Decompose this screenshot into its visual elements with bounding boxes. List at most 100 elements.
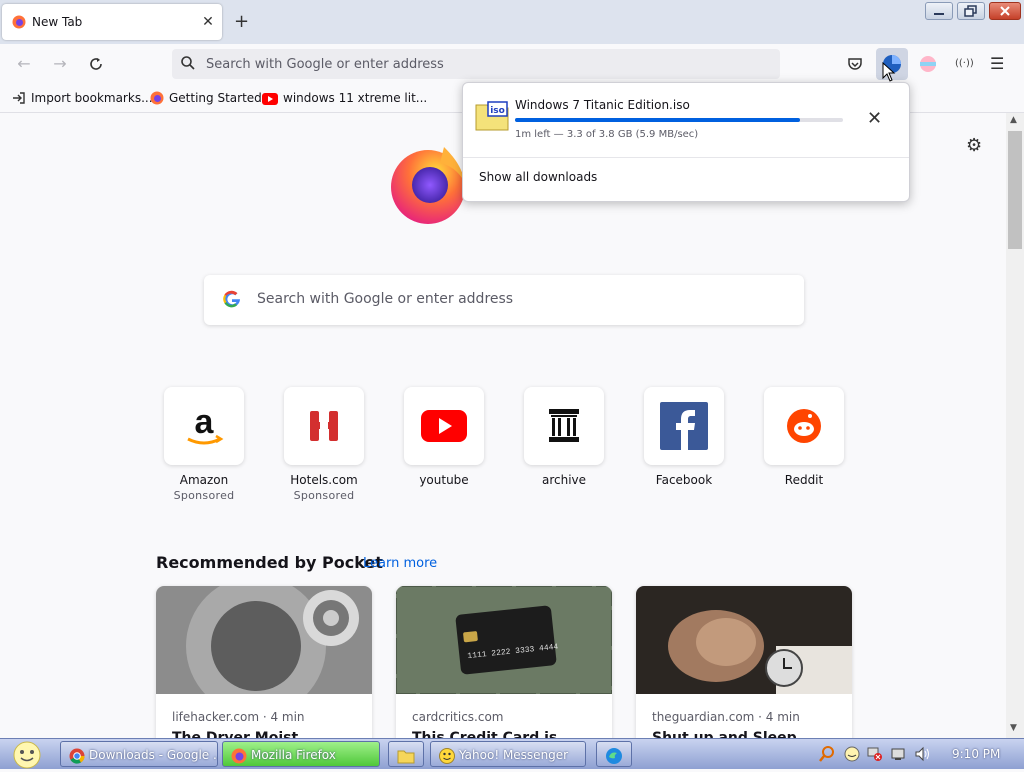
card-source: theguardian.com · 4 min (652, 710, 800, 724)
restore-icon (964, 5, 977, 17)
cancel-download-button[interactable]: ✕ (867, 108, 882, 129)
facebook-tile-box (644, 387, 724, 465)
youtube-tile-box (404, 387, 484, 465)
card-title: Shut up and Sleep... (652, 730, 813, 738)
chrome-icon (69, 747, 85, 766)
taskbar-firefox[interactable]: Mozilla Firefox (222, 741, 380, 767)
bookmark-getting-started[interactable]: Getting Started (150, 91, 262, 108)
folder-icon (397, 747, 415, 766)
youtube-icon (421, 410, 467, 442)
taskbar-yahoo-messenger[interactable]: Yahoo! Messenger (430, 741, 586, 767)
pocket-card[interactable]: lifehacker.com · 4 min The Dryer Moist..… (156, 586, 372, 738)
downloads-panel: iso Windows 7 Titanic Edition.iso 1m lef… (462, 82, 910, 202)
youtube-icon (262, 93, 278, 108)
hotels-icon (310, 409, 338, 443)
tile-label: Facebook (655, 473, 713, 487)
top-site-reddit[interactable]: Reddit (764, 387, 844, 487)
minimize-button[interactable] (925, 2, 953, 20)
tile-sponsored: Sponsored (293, 489, 355, 502)
vertical-scrollbar[interactable]: ▲ ▼ (1006, 113, 1024, 738)
minimize-icon (934, 13, 944, 15)
new-tab-button[interactable]: + (234, 12, 249, 32)
card-image-dryer (156, 586, 372, 716)
bookmark-label: windows 11 xtreme lit... (283, 91, 428, 105)
back-button[interactable]: ← (12, 52, 36, 76)
download-progress-bar (515, 118, 843, 122)
scroll-down-arrow-icon[interactable]: ▼ (1010, 723, 1017, 733)
divider (463, 157, 909, 158)
taskbar-edge[interactable] (596, 741, 632, 767)
task-label: Yahoo! Messenger (459, 748, 569, 762)
amazon-tile-box: a (164, 387, 244, 465)
tab-new-tab[interactable]: New Tab ✕ (2, 4, 222, 40)
taskbar-explorer[interactable] (388, 741, 424, 767)
top-site-facebook[interactable]: Facebook (644, 387, 724, 487)
extension-button[interactable] (918, 54, 938, 77)
restore-button[interactable] (957, 2, 985, 20)
newtab-search-box[interactable]: Search with Google or enter address (204, 275, 804, 325)
download-progress-fill (515, 118, 801, 122)
card-source: lifehacker.com · 4 min (172, 710, 305, 724)
svg-text:a: a (195, 403, 215, 441)
extension-2-button[interactable]: ((·)) (955, 58, 974, 69)
bookmark-import[interactable]: Import bookmarks... (12, 91, 153, 108)
hotels-tile-box (284, 387, 364, 465)
messenger-tray-icon[interactable] (844, 746, 860, 765)
yahoo-messenger-icon (439, 747, 455, 766)
top-site-archive[interactable]: archive (524, 387, 604, 487)
reddit-icon (787, 409, 821, 443)
mouse-cursor-icon (882, 61, 896, 85)
tab-close-icon[interactable]: ✕ (198, 12, 218, 32)
tile-label: Amazon (179, 473, 229, 487)
new-tab-page: ⚙ Search with Google or enter address a … (0, 113, 1006, 738)
close-window-button[interactable] (989, 2, 1021, 20)
menu-button[interactable]: ☰ (990, 54, 1004, 73)
start-button[interactable] (6, 739, 48, 769)
bookmark-windows-11[interactable]: windows 11 xtreme lit... (262, 91, 427, 108)
search-tray-icon[interactable] (818, 745, 836, 766)
firefox-icon (12, 15, 26, 32)
top-site-youtube[interactable]: youtube (404, 387, 484, 487)
pocket-heading: Recommended by Pocket (156, 553, 383, 572)
pocket-card[interactable]: 1111 2222 3333 4444 cardcritics.com This… (396, 586, 612, 738)
top-site-hotels[interactable]: Hotels.com Sponsored (284, 387, 364, 502)
close-icon (1000, 6, 1010, 16)
url-bar[interactable]: Search with Google or enter address (172, 49, 780, 79)
power-icon[interactable] (890, 746, 908, 765)
card-source: cardcritics.com (412, 710, 504, 724)
bookmark-label: Import bookmarks... (31, 91, 153, 105)
forward-button[interactable]: → (48, 52, 72, 76)
volume-icon[interactable] (914, 746, 932, 765)
url-placeholder: Search with Google or enter address (206, 57, 444, 72)
edge-icon (605, 747, 623, 766)
reload-icon (90, 58, 102, 70)
navigation-toolbar: ← → Search with Google or enter address … (0, 44, 1024, 84)
file-badge: iso (490, 106, 505, 116)
scrollbar-thumb[interactable] (1008, 131, 1022, 249)
card-title: The Dryer Moist... (172, 730, 315, 738)
search-icon (180, 55, 196, 74)
pocket-icon (848, 58, 862, 70)
import-icon (12, 91, 26, 108)
firefox-icon (150, 91, 164, 108)
pocket-button[interactable] (846, 55, 864, 76)
settings-gear-icon[interactable]: ⚙ (966, 135, 982, 156)
network-error-icon[interactable] (866, 746, 884, 765)
firefox-logo (388, 143, 468, 228)
pocket-learn-more-link[interactable]: Learn more (363, 556, 437, 571)
bookmark-label: Getting Started (169, 91, 262, 105)
show-all-downloads-button[interactable]: Show all downloads (479, 170, 597, 184)
amazon-icon: a (187, 403, 224, 445)
tile-label: Hotels.com (290, 473, 358, 487)
scroll-up-arrow-icon[interactable]: ▲ (1010, 115, 1017, 125)
task-label: Downloads - Google ... (89, 748, 218, 762)
facebook-icon (660, 402, 708, 450)
top-site-amazon[interactable]: a Amazon Sponsored (164, 387, 244, 502)
reload-button[interactable] (84, 52, 108, 76)
taskbar-chrome[interactable]: Downloads - Google ... (60, 741, 218, 767)
archive-tile-box (524, 387, 604, 465)
clock[interactable]: 9:10 PM (952, 747, 1000, 761)
search-placeholder: Search with Google or enter address (257, 291, 514, 307)
system-tray: 9:10 PM (812, 739, 1024, 769)
pocket-card[interactable]: theguardian.com · 4 min Shut up and Slee… (636, 586, 852, 738)
